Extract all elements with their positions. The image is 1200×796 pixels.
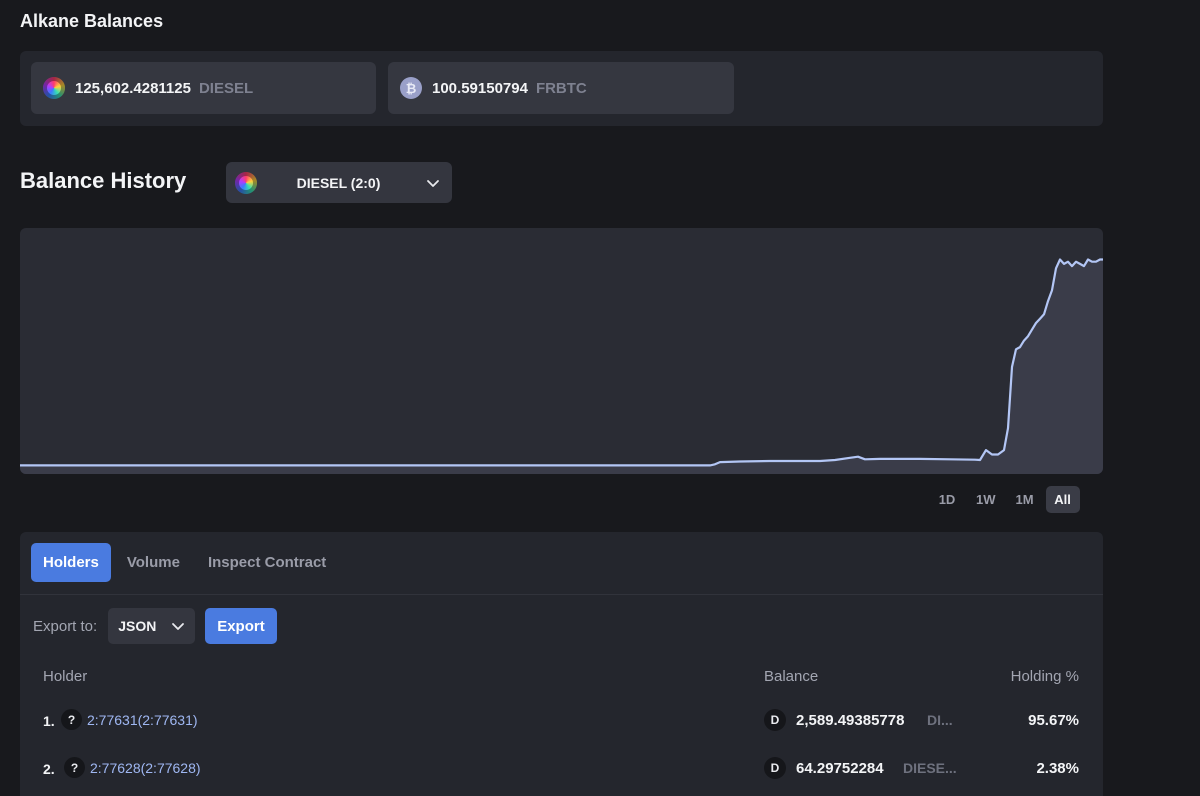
- tab-volume[interactable]: Volume: [115, 543, 192, 582]
- column-header-holding-pct[interactable]: Holding %: [1011, 668, 1079, 685]
- holder-percent: 95.67%: [1028, 712, 1079, 729]
- balance-symbol: FRBTC: [535, 79, 587, 97]
- holder-link[interactable]: 2:77631(2:77631): [87, 712, 198, 728]
- range-button-1d[interactable]: 1D: [930, 486, 964, 513]
- tab-bar: Holders Volume Inspect Contract: [31, 543, 342, 582]
- chart-area-fill: [20, 259, 1103, 474]
- row-rank: 2.: [43, 761, 55, 777]
- balances-panel: 125,602.4281125 DIESEL ₿ 100.59150794 FR…: [20, 51, 1103, 126]
- chart-series-line: [20, 258, 1103, 467]
- tab-holders[interactable]: Holders: [31, 543, 111, 582]
- balance-card-diesel[interactable]: 125,602.4281125 DIESEL: [31, 62, 376, 114]
- tab-inspect-contract[interactable]: Inspect Contract: [196, 543, 338, 582]
- chevron-down-icon: [172, 623, 185, 630]
- chevron-down-icon: [427, 179, 439, 187]
- range-button-1m[interactable]: 1M: [1008, 486, 1042, 513]
- alkane-balances-title: Alkane Balances: [20, 11, 164, 31]
- balance-amount: 100.59150794: [432, 79, 528, 97]
- diesel-token-icon: [43, 77, 65, 99]
- token-selector-dropdown[interactable]: DIESEL (2:0): [226, 162, 452, 203]
- balance-history-chart-svg: [20, 258, 1103, 474]
- balance-card-frbtc[interactable]: ₿ 100.59150794 FRBTC: [388, 62, 734, 114]
- export-row: Export to: JSON Export: [33, 608, 277, 644]
- export-label: Export to:: [33, 617, 98, 635]
- holder-balance-symbol: DIESE...: [903, 760, 957, 776]
- holder-balance: 64.29752284: [796, 760, 884, 777]
- bitcoin-token-icon: ₿: [400, 77, 422, 99]
- column-header-balance[interactable]: Balance: [764, 668, 818, 685]
- diesel-token-icon: [235, 171, 257, 194]
- holder-percent: 2.38%: [1036, 760, 1079, 777]
- balance-history-title: Balance History: [20, 168, 187, 193]
- divider: [20, 594, 1103, 595]
- table-row: 1. ? 2:77631(2:77631) D 2,589.49385778 D…: [20, 709, 1103, 733]
- holders-panel: Holders Volume Inspect Contract Export t…: [20, 532, 1103, 796]
- table-row: 2. ? 2:77628(2:77628) D 64.29752284 DIES…: [20, 757, 1103, 781]
- export-format-dropdown[interactable]: JSON: [108, 608, 196, 644]
- export-format-value: JSON: [118, 618, 157, 634]
- diesel-badge-icon: D: [764, 757, 786, 779]
- holder-balance: 2,589.49385778: [796, 712, 905, 729]
- token-selector-label: DIESEL (2:0): [296, 174, 381, 191]
- export-button[interactable]: Export: [205, 608, 277, 644]
- unknown-avatar-icon: ?: [61, 709, 82, 730]
- diesel-badge-icon: D: [764, 709, 786, 731]
- holder-balance-symbol: DI...: [927, 712, 953, 728]
- holder-link[interactable]: 2:77628(2:77628): [90, 760, 201, 776]
- unknown-avatar-icon: ?: [64, 757, 85, 778]
- balance-amount: 125,602.4281125: [75, 79, 191, 97]
- balance-symbol: DIESEL: [198, 79, 254, 97]
- balance-history-chart: [20, 228, 1103, 474]
- column-header-holder[interactable]: Holder: [43, 668, 87, 685]
- row-rank: 1.: [43, 713, 55, 729]
- range-button-1w[interactable]: 1W: [968, 486, 1004, 513]
- time-range-selector: 1D 1W 1M All: [930, 486, 1080, 513]
- range-button-all[interactable]: All: [1045, 486, 1080, 513]
